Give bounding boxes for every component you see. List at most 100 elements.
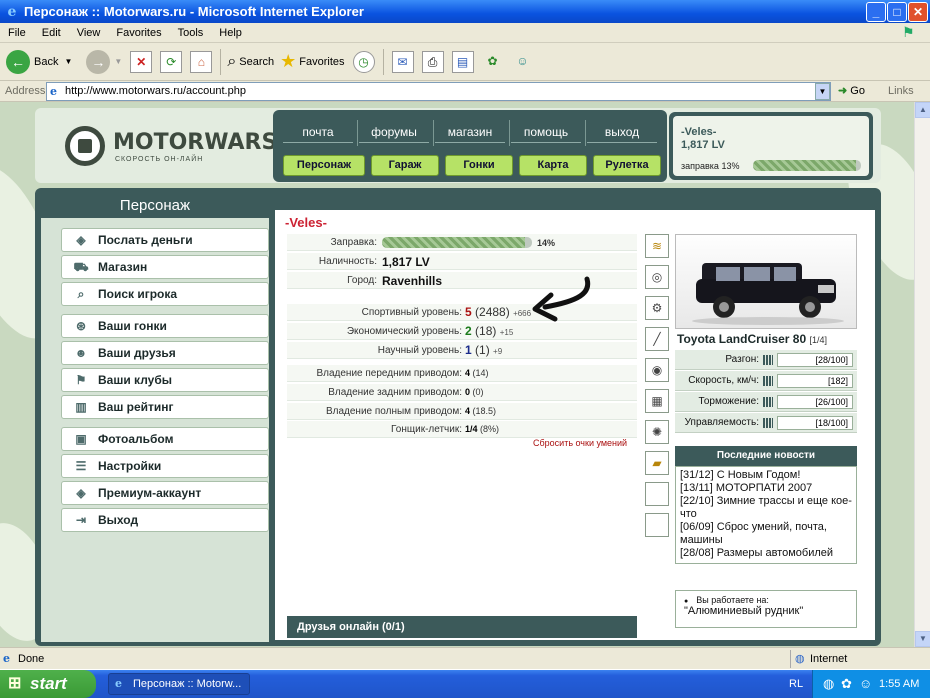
news-item[interactable]: [13/11] МОТОРПАТИ 2007 — [680, 482, 852, 495]
empty-slot[interactable] — [645, 482, 669, 506]
city-value: Ravenhills — [382, 274, 443, 288]
tray-network-icon[interactable]: ◍ — [823, 676, 834, 692]
scroll-up-icon[interactable]: ▲ — [915, 102, 930, 118]
menu-favorites[interactable]: Favorites — [108, 27, 169, 39]
stat-label: Торможение: — [698, 396, 759, 407]
friends-online-bar[interactable]: Друзья онлайн (0/1) — [287, 616, 637, 638]
fuel-bar-fill — [753, 160, 856, 171]
menu-item-your-clubs[interactable]: ⚑ Ваши клубы — [61, 368, 269, 392]
chassis-slot-icon[interactable]: ▦ — [645, 389, 669, 413]
menu-item-settings[interactable]: ☰ Настройки — [61, 454, 269, 478]
car-name[interactable]: Toyota LandCruiser 80 [1/4] — [677, 332, 827, 346]
stat-bar-icon — [763, 418, 773, 428]
nav-link-forums[interactable]: форумы — [359, 125, 429, 143]
level-label: Научный уровень: — [377, 345, 462, 356]
exhaust-slot-icon[interactable]: ╱ — [645, 327, 669, 351]
nav-button-roulette[interactable]: Рулетка — [593, 155, 661, 176]
nav-button-map[interactable]: Карта — [519, 155, 587, 176]
nav-link-logout[interactable]: выход — [587, 125, 657, 143]
menu-view[interactable]: View — [69, 27, 109, 39]
seat-slot-icon[interactable]: ▰ — [645, 451, 669, 475]
racer-value: 1/4 — [465, 424, 478, 434]
address-input[interactable]: http://www.motorwars.ru/account.php — [46, 82, 831, 101]
back-dropdown-icon[interactable]: ▼ — [64, 57, 72, 66]
close-button[interactable]: ✕ — [908, 2, 928, 22]
level-points: (2488) — [475, 305, 510, 319]
menu-item-find-player[interactable]: ⌕ Поиск игрока — [61, 282, 269, 306]
menu-edit[interactable]: Edit — [34, 27, 69, 39]
menu-item-label: Ваш рейтинг — [98, 400, 174, 414]
flower-icon[interactable]: ✿ — [482, 51, 504, 73]
back-button[interactable]: ← Back ▼ — [6, 49, 72, 74]
springs-slot-icon[interactable]: ≋ — [645, 234, 669, 258]
print-icon[interactable]: ⎙ — [421, 50, 444, 73]
nav-button-garage[interactable]: Гараж — [371, 155, 439, 176]
stop-icon[interactable]: ✕ — [130, 50, 153, 73]
favorites-button[interactable]: ★ Favorites — [280, 51, 344, 72]
edit-icon[interactable]: ▤ — [451, 50, 474, 73]
history-icon[interactable]: ◷ — [352, 50, 375, 73]
menu-tools[interactable]: Tools — [170, 27, 212, 39]
drive-points: (0) — [472, 387, 484, 397]
mail-icon[interactable]: ✉ — [391, 50, 414, 73]
nav-link-help[interactable]: помощь — [511, 125, 581, 143]
site-header: MOTORWARS.RU СКОРОСТЬ ОН-ЛАЙН почта фору… — [35, 108, 881, 183]
car-image[interactable] — [675, 234, 857, 329]
taskbar-ie-window[interactable]: e Персонаж :: Motorw... — [108, 673, 250, 695]
site-logo[interactable]: MOTORWARS.RU СКОРОСТЬ ОН-ЛАЙН — [65, 122, 321, 168]
nav-button-character[interactable]: Персонаж — [283, 155, 365, 176]
nav-link-shop[interactable]: магазин — [435, 125, 505, 143]
menu-item-label: Магазин — [98, 260, 148, 274]
menu-item-your-rating[interactable]: ▥ Ваш рейтинг — [61, 395, 269, 419]
user-nick[interactable]: -Veles- — [681, 126, 716, 138]
news-item[interactable]: [28/08] Размеры автомобилей — [680, 547, 852, 560]
menu-bar: File Edit View Favorites Tools Help ⚑ — [0, 23, 930, 43]
news-item[interactable]: [22/10] Зимние трассы и еще кое-что — [680, 495, 852, 521]
window-title-bar: e Персонаж :: Motorwars.ru - Microsoft I… — [0, 0, 930, 23]
minimize-button[interactable]: _ — [866, 2, 886, 22]
menu-item-logout[interactable]: ⇥ Выход — [61, 508, 269, 532]
news-item[interactable]: [06/09] Сброс умений, почта, машины — [680, 521, 852, 547]
steering-wheel-icon: ⊛ — [75, 319, 87, 333]
forward-button[interactable]: → ▼ — [78, 49, 122, 74]
language-indicator[interactable]: RL — [789, 678, 803, 690]
menu-item-photo-album[interactable]: ▣ Фотоальбом — [61, 427, 269, 451]
tire-slot-icon[interactable]: ◎ — [645, 265, 669, 289]
menu-file[interactable]: File — [0, 27, 34, 39]
menu-item-your-friends[interactable]: ☻ Ваши друзья — [61, 341, 269, 365]
menu-item-premium[interactable]: ◈ Премиум-аккаунт — [61, 481, 269, 505]
refresh-icon[interactable]: ⟳ — [160, 50, 183, 73]
messenger-icon[interactable]: ☺ — [512, 51, 534, 73]
level-bonus: +9 — [493, 347, 503, 356]
scroll-down-icon[interactable]: ▼ — [915, 631, 930, 647]
search-button[interactable]: ⌕ Search — [227, 53, 274, 71]
taskbar-task-label: Персонаж :: Motorw... — [133, 678, 242, 690]
fuel-bar — [753, 160, 861, 171]
engine-slot-icon[interactable]: ⚙ — [645, 296, 669, 320]
menu-help[interactable]: Help — [211, 27, 250, 39]
nav-link-mail[interactable]: почта — [283, 125, 353, 143]
forward-dropdown-icon[interactable]: ▼ — [114, 57, 122, 66]
home-icon[interactable]: ⌂ — [190, 50, 213, 73]
go-button[interactable]: ➜ Go — [838, 84, 865, 97]
links-button[interactable]: Links — [888, 85, 914, 97]
stat-bar-icon — [763, 397, 773, 407]
start-button[interactable]: start — [0, 670, 96, 698]
turbo-slot-icon[interactable]: ✺ — [645, 420, 669, 444]
cash-label: Наличность: — [318, 256, 377, 267]
address-dropdown-icon[interactable]: ▼ — [815, 83, 830, 100]
menu-item-shop[interactable]: ⛟ Магазин — [61, 255, 269, 279]
maximize-button[interactable]: □ — [887, 2, 907, 22]
tray-messenger-icon[interactable]: ☺ — [859, 676, 872, 691]
brake-disc-slot-icon[interactable]: ◉ — [645, 358, 669, 382]
tray-flower-icon[interactable]: ✿ — [841, 676, 852, 692]
vertical-scrollbar[interactable]: ▲ ▼ — [914, 102, 930, 647]
work-job[interactable]: "Алюминиевый рудник" — [684, 605, 848, 617]
news-item[interactable]: [31/12] С Новым Годом! — [680, 469, 852, 482]
menu-item-send-money[interactable]: ◈ Послать деньги — [61, 228, 269, 252]
status-separator — [790, 650, 791, 668]
empty-slot[interactable] — [645, 513, 669, 537]
reset-skills-link[interactable]: Сбросить очки умений — [533, 438, 627, 448]
nav-button-races[interactable]: Гонки — [445, 155, 513, 176]
menu-item-your-races[interactable]: ⊛ Ваши гонки — [61, 314, 269, 338]
